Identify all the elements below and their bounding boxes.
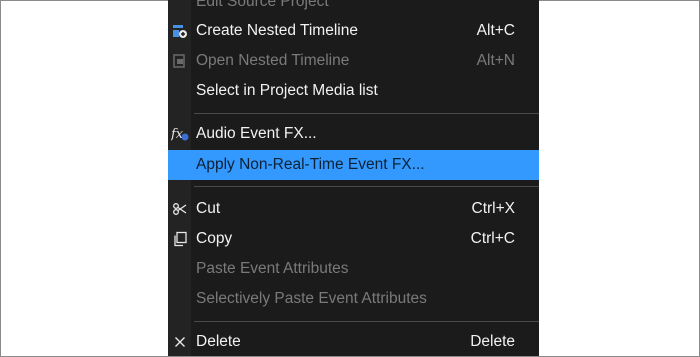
menu-item-label: Selectively Paste Event Attributes xyxy=(196,290,427,307)
copy-icon xyxy=(168,224,191,254)
menu-item-label: Cut xyxy=(196,200,221,217)
menu-item-shortcut: Ctrl+C xyxy=(470,230,515,247)
menu-item-paste-event-attributes[interactable]: Paste Event Attributes xyxy=(168,254,539,284)
menu-item-label: Edit Source Project xyxy=(196,0,329,10)
delete-icon xyxy=(168,327,191,356)
menu-item-edit-source-project[interactable]: Edit Source Project xyxy=(168,0,539,17)
menu-item-label: Delete xyxy=(196,333,241,350)
svg-text:fx: fx xyxy=(171,127,184,142)
menu-item-label: Apply Non-Real-Time Event FX... xyxy=(196,156,425,173)
menu-item-select-in-project-media[interactable]: Select in Project Media list xyxy=(168,76,539,106)
menu-item-copy[interactable]: Copy Ctrl+C xyxy=(168,224,539,254)
nested-timeline-icon xyxy=(168,16,191,46)
menu-item-shortcut: Alt+N xyxy=(476,52,515,69)
fx-icon: fx xyxy=(168,119,191,149)
menu-item-audio-event-fx[interactable]: fx Audio Event FX... xyxy=(168,119,539,149)
menu-item-shortcut: Delete xyxy=(470,333,515,350)
scissors-icon xyxy=(168,194,191,224)
menu-item-label: Paste Event Attributes xyxy=(196,260,349,277)
menu-item-create-nested-timeline[interactable]: Create Nested Timeline Alt+C xyxy=(168,16,539,46)
menu-separator xyxy=(194,186,539,187)
menu-item-label: Copy xyxy=(196,230,233,247)
menu-separator xyxy=(194,113,539,114)
open-nested-icon xyxy=(168,46,191,76)
context-menu: Edit Source Project Create Nested Timeli… xyxy=(168,0,539,356)
menu-separator xyxy=(194,321,539,322)
menu-item-label: Create Nested Timeline xyxy=(196,22,358,39)
menu-item-shortcut: Ctrl+X xyxy=(471,200,516,217)
menu-item-cut[interactable]: Cut Ctrl+X xyxy=(168,194,539,224)
menu-item-label: Open Nested Timeline xyxy=(196,52,350,69)
menu-item-apply-non-real-time-fx[interactable]: Apply Non-Real-Time Event FX... xyxy=(168,150,539,180)
menu-item-delete[interactable]: Delete Delete xyxy=(168,327,539,356)
menu-item-label: Audio Event FX... xyxy=(196,125,317,142)
menu-item-selectively-paste-event-attributes[interactable]: Selectively Paste Event Attributes xyxy=(168,284,539,314)
menu-item-label: Select in Project Media list xyxy=(196,82,378,99)
menu-item-shortcut: Alt+C xyxy=(476,22,515,39)
menu-item-open-nested-timeline[interactable]: Open Nested Timeline Alt+N xyxy=(168,46,539,76)
